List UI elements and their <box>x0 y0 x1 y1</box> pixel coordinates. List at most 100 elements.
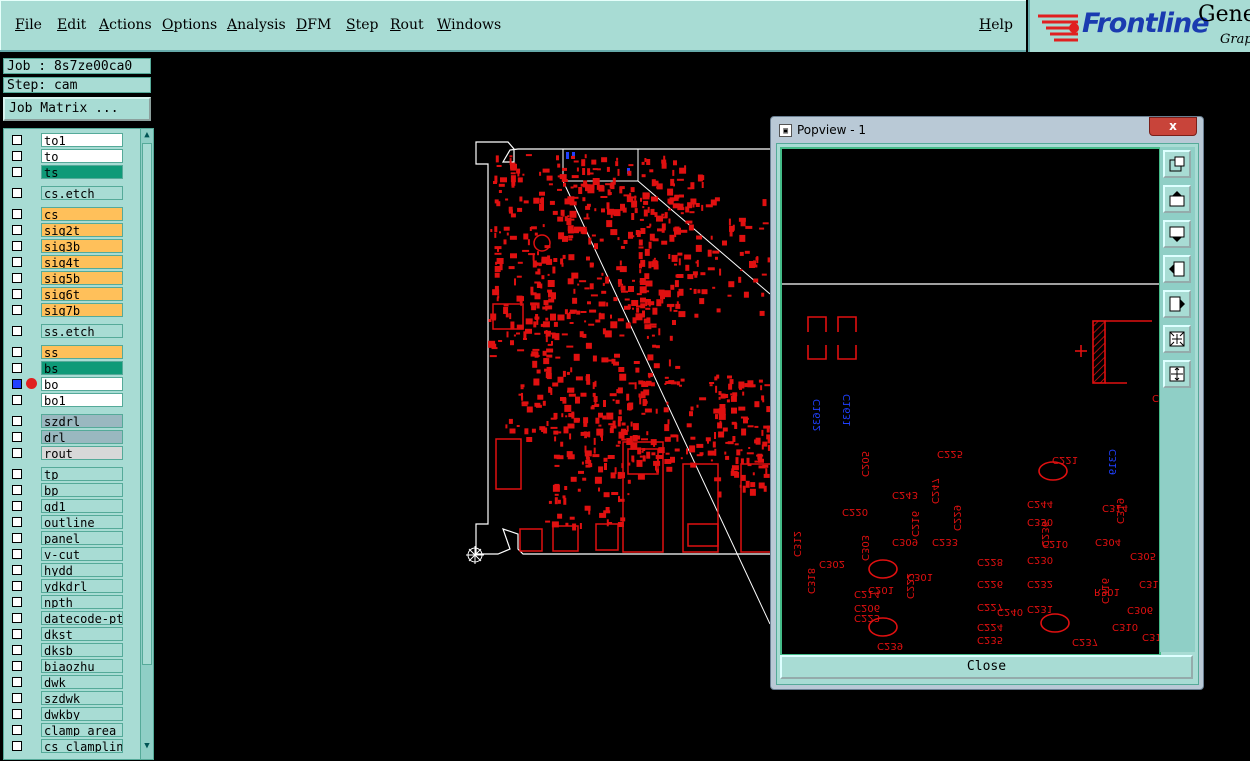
layer-checkbox[interactable] <box>12 273 22 283</box>
layer-checkbox[interactable] <box>12 693 22 703</box>
layer-name[interactable]: v-cut <box>41 547 123 561</box>
layer-checkbox[interactable] <box>12 533 22 543</box>
layer-name[interactable]: cs_clampline <box>41 739 123 753</box>
layer-row[interactable]: ydkdrl <box>4 579 141 593</box>
layer-row[interactable]: ss <box>4 345 141 359</box>
window-close-button[interactable]: x <box>1149 117 1197 136</box>
layer-row[interactable]: bp <box>4 483 141 497</box>
layer-name[interactable]: ydkdrl <box>41 579 123 593</box>
layer-checkbox[interactable] <box>12 581 22 591</box>
layer-row[interactable]: bo1 <box>4 393 141 407</box>
layer-name[interactable]: dwkby <box>41 707 123 721</box>
layer-checkbox[interactable] <box>12 379 22 389</box>
layer-row[interactable]: bs <box>4 361 141 375</box>
menu-options[interactable]: Options <box>162 17 217 33</box>
layer-name[interactable]: szdrl <box>41 414 123 428</box>
close-button[interactable]: Close <box>780 655 1193 679</box>
layer-name[interactable]: cs.etch <box>41 186 123 200</box>
layer-checkbox[interactable] <box>12 188 22 198</box>
layer-row[interactable]: cs_clampline <box>4 739 141 753</box>
layer-row[interactable]: to <box>4 149 141 163</box>
layer-name[interactable]: npth <box>41 595 123 609</box>
layer-checkbox[interactable] <box>12 629 22 639</box>
layer-row[interactable]: cs.etch <box>4 186 141 200</box>
layer-name[interactable]: tp <box>41 467 123 481</box>
layer-row[interactable]: dkst <box>4 627 141 641</box>
layer-name[interactable]: panel <box>41 531 123 545</box>
layer-row[interactable]: v-cut <box>4 547 141 561</box>
layer-row[interactable]: clamp_area <box>4 723 141 737</box>
layer-row[interactable]: bo <box>4 377 141 391</box>
layer-row[interactable]: npth <box>4 595 141 609</box>
layer-checkbox[interactable] <box>12 347 22 357</box>
layer-checkbox[interactable] <box>12 448 22 458</box>
layer-name[interactable]: cs <box>41 207 123 221</box>
layer-checkbox[interactable] <box>12 645 22 655</box>
layer-checkbox[interactable] <box>12 225 22 235</box>
layer-name[interactable]: dwk <box>41 675 123 689</box>
layer-name[interactable]: ss.etch <box>41 324 123 338</box>
job-matrix-button[interactable]: Job Matrix ... <box>3 97 151 121</box>
scroll-thumb[interactable] <box>142 143 152 665</box>
layer-row[interactable]: sig5b <box>4 271 141 285</box>
layer-name[interactable]: bp <box>41 483 123 497</box>
layer-name[interactable]: sig2t <box>41 223 123 237</box>
layer-row[interactable]: tp <box>4 467 141 481</box>
layer-row[interactable]: datecode-ptc <box>4 611 141 625</box>
layer-checkbox[interactable] <box>12 549 22 559</box>
zoom-fit-button[interactable] <box>1163 150 1191 178</box>
pan-right-button[interactable] <box>1163 290 1191 318</box>
menu-analysis[interactable]: Analysis <box>227 17 286 33</box>
zoom-in-button[interactable] <box>1163 360 1191 388</box>
layer-row[interactable]: ss.etch <box>4 324 141 338</box>
layer-name[interactable]: szdwk <box>41 691 123 705</box>
layer-checkbox[interactable] <box>12 709 22 719</box>
layer-name[interactable]: outline <box>41 515 123 529</box>
zoom-out-button[interactable] <box>1163 325 1191 353</box>
layer-row[interactable]: outline <box>4 515 141 529</box>
layer-checkbox[interactable] <box>12 517 22 527</box>
layer-checkbox[interactable] <box>12 501 22 511</box>
layer-name[interactable]: drl <box>41 430 123 444</box>
layer-checkbox[interactable] <box>12 395 22 405</box>
pan-left-button[interactable] <box>1163 255 1191 283</box>
layer-checkbox[interactable] <box>12 167 22 177</box>
layer-row[interactable]: hydd <box>4 563 141 577</box>
layer-checkbox[interactable] <box>12 135 22 145</box>
layer-checkbox[interactable] <box>12 469 22 479</box>
layer-checkbox[interactable] <box>12 305 22 315</box>
layer-checkbox[interactable] <box>12 725 22 735</box>
layer-name[interactable]: bo1 <box>41 393 123 407</box>
layer-checkbox[interactable] <box>12 485 22 495</box>
layer-name[interactable]: ts <box>41 165 123 179</box>
pan-down-button[interactable] <box>1163 220 1191 248</box>
layer-row[interactable]: panel <box>4 531 141 545</box>
scroll-down-icon[interactable]: ▼ <box>142 741 152 751</box>
layer-row[interactable]: cs <box>4 207 141 221</box>
layer-row[interactable]: sig6t <box>4 287 141 301</box>
layer-checkbox[interactable] <box>12 677 22 687</box>
layer-checkbox[interactable] <box>12 151 22 161</box>
layer-row[interactable]: rout <box>4 446 141 460</box>
popview-canvas[interactable]: C1632 C1631 C319 C225 C221 C205 C243 C247 C220 C2… <box>780 147 1161 656</box>
layer-row[interactable]: drl <box>4 430 141 444</box>
layer-name[interactable]: sig6t <box>41 287 123 301</box>
layer-row[interactable]: sig7b <box>4 303 141 317</box>
layer-checkbox[interactable] <box>12 597 22 607</box>
layer-row[interactable]: sig4t <box>4 255 141 269</box>
layer-checkbox[interactable] <box>12 363 22 373</box>
layer-row[interactable]: szdwk <box>4 691 141 705</box>
layer-row[interactable]: dksb <box>4 643 141 657</box>
menu-file[interactable]: File <box>15 17 42 33</box>
layer-name[interactable]: ss <box>41 345 123 359</box>
layer-name[interactable]: biaozhu <box>41 659 123 673</box>
menu-step[interactable]: Step <box>346 17 378 33</box>
menu-actions[interactable]: Actions <box>99 17 152 33</box>
menu-windows[interactable]: Windows <box>437 17 501 33</box>
layer-checkbox[interactable] <box>12 613 22 623</box>
layer-checkbox[interactable] <box>12 257 22 267</box>
layer-checkbox[interactable] <box>12 416 22 426</box>
menu-rout[interactable]: Rout <box>390 17 424 33</box>
layer-name[interactable]: gd1 <box>41 499 123 513</box>
layer-name[interactable]: bo <box>41 377 123 391</box>
